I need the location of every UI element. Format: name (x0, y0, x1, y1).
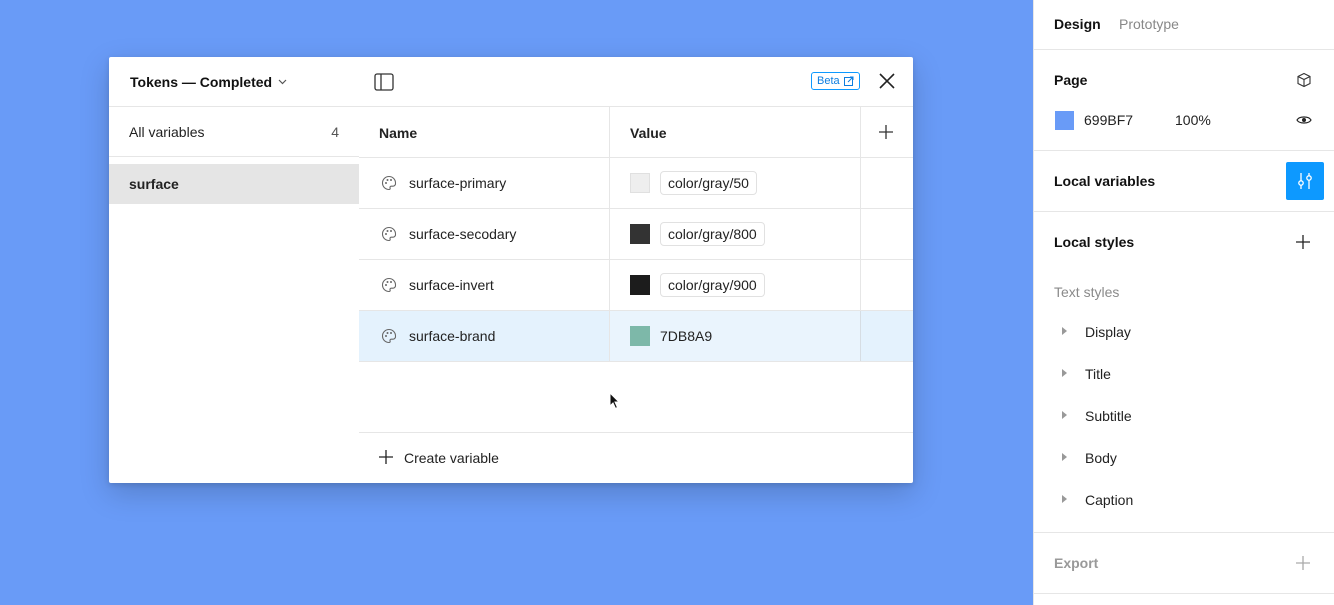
all-variables-label: All variables (129, 124, 205, 140)
name-cell[interactable]: surface-brand (359, 311, 610, 361)
alias-label: color/gray/800 (668, 226, 757, 242)
group-item-surface[interactable]: surface (109, 164, 359, 204)
beta-label: Beta (817, 75, 840, 87)
variable-name: surface-secodary (409, 226, 517, 242)
plus-icon (379, 450, 393, 464)
caret-right-icon (1062, 369, 1067, 377)
name-cell[interactable]: surface-secodary (359, 209, 610, 259)
extra-cell (861, 209, 913, 259)
column-header-label: Name (379, 125, 418, 141)
value-cell[interactable]: 7DB8A9 (610, 311, 861, 361)
palette-icon (381, 328, 397, 344)
variables-table: Name Value surface-primary color/gray/50 (359, 107, 913, 483)
color-swatch (630, 173, 650, 193)
create-variable-label: Create variable (404, 450, 499, 466)
style-label: Body (1085, 450, 1117, 466)
style-item-display[interactable]: Display (1034, 318, 1334, 348)
alias-pill[interactable]: color/gray/800 (660, 222, 765, 246)
column-header-label: Value (630, 125, 667, 141)
value-cell[interactable]: color/gray/800 (610, 209, 861, 259)
variable-name: surface-primary (409, 175, 507, 191)
text-styles-label: Text styles (1054, 284, 1120, 300)
plus-icon (879, 125, 893, 139)
style-item-body[interactable]: Body (1034, 444, 1334, 474)
style-label: Title (1085, 366, 1111, 382)
style-item-caption[interactable]: Caption (1034, 486, 1334, 516)
chevron-down-icon (278, 79, 287, 85)
style-item-title[interactable]: Title (1034, 360, 1334, 390)
groups-sidebar: All variables 4 surface (109, 107, 359, 483)
value-cell[interactable]: color/gray/900 (610, 260, 861, 310)
style-label: Display (1085, 324, 1131, 340)
tab-design[interactable]: Design (1054, 16, 1101, 32)
local-variables-title: Local variables (1054, 173, 1156, 189)
local-styles-section: Local styles Text styles Display Title S… (1034, 212, 1334, 533)
extra-cell (861, 311, 913, 361)
create-variable-button[interactable]: Create variable (359, 432, 913, 483)
alias-label: color/gray/900 (668, 277, 757, 293)
extra-cell (861, 260, 913, 310)
external-link-icon (843, 76, 854, 86)
page-3d-icon[interactable] (1296, 72, 1312, 88)
eye-icon[interactable] (1296, 112, 1312, 128)
hex-value: 7DB8A9 (660, 328, 713, 344)
open-variables-button[interactable] (1286, 162, 1324, 200)
page-section: Page 699BF7 100% (1034, 50, 1334, 151)
page-color-swatch[interactable] (1055, 111, 1074, 130)
tab-prototype[interactable]: Prototype (1119, 16, 1179, 32)
style-item-subtitle[interactable]: Subtitle (1034, 402, 1334, 432)
page-color-hex[interactable]: 699BF7 (1084, 112, 1133, 128)
all-variables-count: 4 (331, 124, 339, 140)
alias-pill[interactable]: color/gray/900 (660, 273, 765, 297)
table-row[interactable]: surface-invert color/gray/900 (359, 260, 913, 311)
name-cell[interactable]: surface-invert (359, 260, 610, 310)
table-row[interactable]: surface-secodary color/gray/800 (359, 209, 913, 260)
export-section: Export (1034, 533, 1334, 594)
caret-right-icon (1062, 495, 1067, 503)
design-panel: Design Prototype Page 699BF7 100% Local … (1033, 0, 1334, 605)
all-variables-item[interactable]: All variables 4 (109, 107, 359, 157)
page-opacity[interactable]: 100% (1175, 112, 1211, 128)
variables-modal: Tokens — Completed Beta All variables 4 … (109, 57, 913, 483)
caret-right-icon (1062, 411, 1067, 419)
palette-icon (381, 175, 397, 191)
column-header-name: Name (359, 107, 610, 158)
caret-right-icon (1062, 327, 1067, 335)
page-section-title: Page (1054, 72, 1088, 88)
add-style-icon[interactable] (1296, 235, 1310, 249)
palette-icon (381, 226, 397, 242)
add-export-icon[interactable] (1296, 556, 1310, 570)
palette-icon (381, 277, 397, 293)
variable-name: surface-invert (409, 277, 494, 293)
color-swatch (630, 326, 650, 346)
table-row-selected[interactable]: surface-brand 7DB8A9 (359, 311, 913, 362)
style-label: Subtitle (1085, 408, 1132, 424)
alias-pill[interactable]: color/gray/50 (660, 171, 757, 195)
color-swatch (630, 224, 650, 244)
close-icon[interactable] (878, 72, 896, 90)
name-cell[interactable]: surface-primary (359, 158, 610, 208)
extra-cell (861, 158, 913, 208)
sliders-icon (1298, 173, 1312, 189)
table-row[interactable]: surface-primary color/gray/50 (359, 158, 913, 209)
column-header-value: Value (610, 107, 861, 158)
local-styles-title: Local styles (1054, 234, 1135, 250)
panel-tabs: Design Prototype (1034, 0, 1334, 50)
modal-header: Tokens — Completed Beta (109, 57, 913, 107)
group-label: surface (129, 176, 179, 192)
caret-right-icon (1062, 453, 1067, 461)
collection-title: Tokens — Completed (130, 74, 273, 90)
variable-name: surface-brand (409, 328, 496, 344)
beta-badge[interactable]: Beta (811, 72, 860, 90)
local-variables-section: Local variables (1034, 151, 1334, 212)
add-mode-button[interactable] (861, 107, 913, 158)
collection-dropdown[interactable]: Tokens — Completed (130, 74, 287, 90)
color-swatch (630, 275, 650, 295)
value-cell[interactable]: color/gray/50 (610, 158, 861, 208)
mouse-cursor-icon (609, 392, 621, 410)
alias-label: color/gray/50 (668, 175, 749, 191)
style-label: Caption (1085, 492, 1134, 508)
export-title: Export (1054, 555, 1099, 571)
sidebar-toggle-icon[interactable] (374, 73, 394, 91)
